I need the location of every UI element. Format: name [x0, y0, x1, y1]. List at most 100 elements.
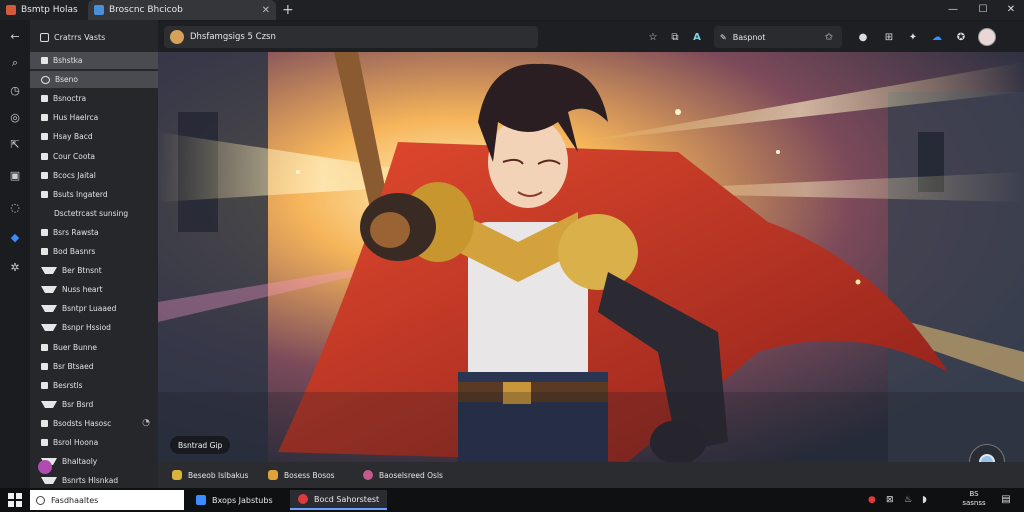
- sidebar-item-label: Bcocs Jaital: [53, 170, 96, 180]
- minimize-button[interactable]: —: [938, 0, 968, 20]
- sidebar-item[interactable]: Dsctetrcast sunsing: [30, 205, 158, 222]
- sidebar-item[interactable]: Nuss heart: [30, 281, 158, 298]
- pen-icon: ✎: [720, 32, 727, 42]
- taskbar-search[interactable]: Fasdhaaltes: [30, 490, 184, 510]
- sidebar-item-label: Cour Coota: [53, 151, 95, 161]
- reading-icon[interactable]: ✦: [904, 28, 922, 46]
- tab-2[interactable]: Broscnc Bhcicob ✕: [88, 0, 276, 20]
- url-text: Dhsfamgsigs 5 Czsn: [190, 32, 276, 42]
- extension-icon[interactable]: ⧉: [666, 28, 684, 46]
- taskbar-app-2-label: Bocd Sahorstest: [314, 494, 380, 504]
- copilot-alt-icon[interactable]: ✪: [952, 28, 970, 46]
- triangle-icon: [41, 286, 57, 294]
- sidebar-item-label: Buer Bunne: [53, 342, 98, 352]
- volume-icon[interactable]: ◗: [922, 492, 927, 508]
- translate-icon[interactable]: A: [688, 28, 706, 46]
- taskbar-app-1[interactable]: Bxops Jabstubs: [188, 490, 281, 510]
- sidebar-item-label: Bsnoctra: [53, 94, 87, 104]
- sidebar-item[interactable]: Bsodsts Hasosc ◔: [30, 415, 158, 432]
- bookmark-1[interactable]: Beseob Islbakus: [172, 467, 248, 483]
- triangle-icon: [41, 267, 57, 275]
- notification-icon[interactable]: ▤: [998, 492, 1014, 508]
- taskbar-app-1-icon: [196, 495, 206, 505]
- square-icon: [41, 171, 48, 179]
- square-icon: [41, 190, 48, 198]
- taskbar-app-2-icon: [298, 494, 308, 504]
- tab-close-icon[interactable]: ✕: [262, 5, 270, 16]
- bookmark-3-icon: [363, 470, 373, 480]
- sidebar-item[interactable]: Buer Bunne: [30, 339, 158, 356]
- sidebar-item[interactable]: Bsntpr Luaaed: [30, 300, 158, 317]
- square-icon: [41, 248, 48, 255]
- sidebar-item[interactable]: Cour Coota: [30, 148, 158, 165]
- collections-button-icon[interactable]: ⊞: [880, 28, 898, 46]
- sidebar-header-icon: [40, 32, 49, 42]
- battery-icon[interactable]: ♨: [904, 492, 912, 508]
- sidebar-item-status-icon: ◔: [142, 418, 150, 429]
- new-tab-button[interactable]: +: [282, 0, 294, 20]
- site-search-label: Baspnot: [732, 32, 766, 42]
- sidebar-item[interactable]: Bshstka: [30, 52, 158, 69]
- sidebar-item-label: Hsay Bacd: [53, 132, 93, 142]
- camera-icon[interactable]: ◎: [4, 107, 26, 127]
- tab-1[interactable]: Bsmtp Holas: [0, 0, 86, 20]
- square-icon: [41, 114, 48, 122]
- history-icon[interactable]: ◷: [4, 80, 26, 100]
- square-icon: [41, 439, 48, 446]
- profile-avatar[interactable]: [978, 28, 996, 46]
- tab-1-label: Bsmtp Holas: [21, 5, 78, 15]
- chat-icon[interactable]: ◌: [4, 197, 26, 217]
- sidebar-profile-icon[interactable]: [38, 460, 52, 474]
- sidebar-item-label: Bsrs Rawsta: [53, 227, 99, 237]
- left-rail: ← ⌕ ◷ ◎ ⇱ ▣ ◌ ◆ ✲: [0, 20, 30, 488]
- favorite-icon[interactable]: ✩: [820, 28, 838, 46]
- close-window-button[interactable]: ✕: [996, 0, 1024, 20]
- sidebar-item[interactable]: Bcocs Jaital: [30, 167, 158, 184]
- star-icon[interactable]: ☆: [644, 28, 662, 46]
- sidebar-item[interactable]: Bsuts Ingaterd: [30, 186, 158, 203]
- os-taskbar: Fasdhaaltes Bxops Jabstubs Bocd Sahorste…: [0, 488, 1024, 512]
- sidebar-item-label: Bhaltaoly: [62, 457, 98, 467]
- sidebar-item[interactable]: Bod Basnrs: [30, 243, 158, 260]
- sidebar-item[interactable]: Bsnrts Hlsnkad: [30, 472, 158, 489]
- bookmark-3[interactable]: Baoselsreed Osls: [363, 467, 443, 483]
- site-avatar-icon: [170, 30, 184, 44]
- sidebar-item[interactable]: Bsnoctra: [30, 90, 158, 107]
- search-icon[interactable]: ⌕: [4, 53, 26, 73]
- address-bar[interactable]: Dhsfamgsigs 5 Czsn: [164, 26, 538, 48]
- square-icon: [41, 152, 48, 160]
- square-icon: [41, 419, 48, 427]
- sidebar-item[interactable]: Hus Haelrca: [30, 109, 158, 126]
- app-icon[interactable]: ◆: [4, 227, 26, 247]
- bookmark-strip: Beseob Islbakus Bosess Bosos Baoselsreed…: [158, 462, 1024, 488]
- security-icon[interactable]: ●: [868, 492, 876, 508]
- start-button[interactable]: [8, 493, 22, 507]
- sidebar-item[interactable]: Bsr Bsrd: [30, 396, 158, 413]
- sidebar-item[interactable]: Bsnpr Hssiod: [30, 319, 158, 336]
- collections-icon[interactable]: ▣: [4, 165, 26, 185]
- maximize-button[interactable]: ☐: [968, 0, 998, 20]
- sidebar-item[interactable]: Besrstls: [30, 377, 158, 394]
- sidebar-item[interactable]: Bsrol Hoona: [30, 434, 158, 451]
- sidebar-item[interactable]: Bseno: [30, 71, 158, 89]
- copilot-icon[interactable]: ●: [854, 28, 872, 46]
- image-caption[interactable]: Bsntrad Gip: [170, 436, 231, 454]
- square-icon: [41, 343, 48, 351]
- sidebar-item[interactable]: Bsr Btsaed: [30, 358, 158, 375]
- bookmark-1-label: Beseob Islbakus: [188, 470, 249, 480]
- share-icon[interactable]: ⇱: [4, 134, 26, 154]
- sidebar-item[interactable]: Bsrs Rawsta: [30, 224, 158, 241]
- taskbar-clock[interactable]: BS sasnss: [958, 490, 990, 508]
- sidebar-item-label: Bod Basnrs: [53, 247, 96, 256]
- network-icon[interactable]: ⊠: [886, 492, 894, 508]
- sidebar-item[interactable]: Hsay Bacd: [30, 128, 158, 145]
- taskbar-app-1-label: Bxops Jabstubs: [212, 495, 273, 505]
- back-arrow-icon[interactable]: ←: [4, 26, 26, 46]
- cloud-icon[interactable]: ☁: [928, 28, 946, 46]
- sidebar-item[interactable]: Ber Btnsnt: [30, 262, 158, 279]
- sidebar-item-label: Bsntpr Luaaed: [62, 304, 117, 314]
- sidebar-header[interactable]: Cratrrs Vasts: [30, 28, 158, 46]
- taskbar-app-2[interactable]: Bocd Sahorstest: [290, 490, 388, 510]
- bookmark-2[interactable]: Bosess Bosos: [268, 467, 335, 483]
- settings-icon[interactable]: ✲: [4, 257, 26, 277]
